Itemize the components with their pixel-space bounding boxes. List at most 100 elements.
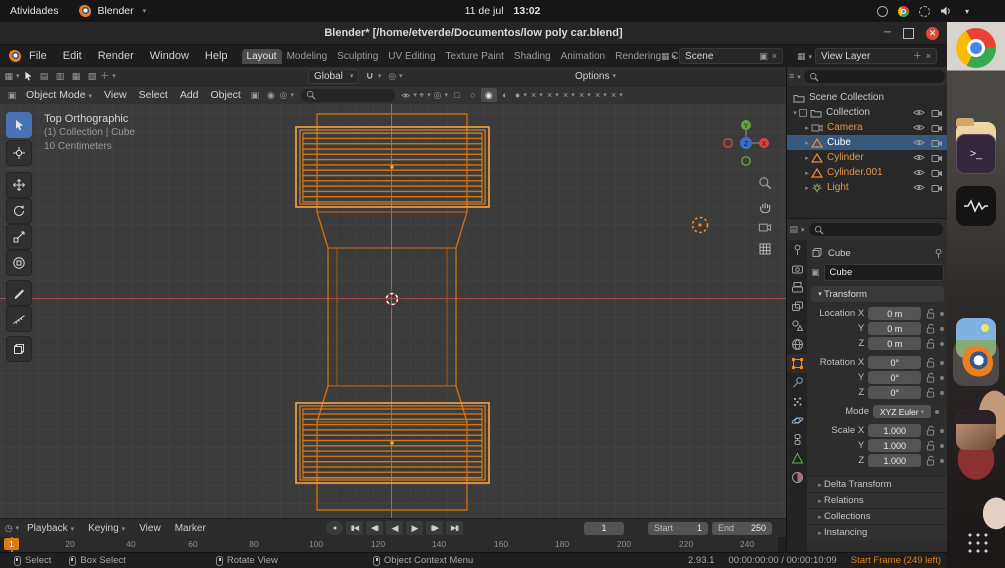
outliner-row-cylinder-001[interactable]: ▸ Cylinder.001 <box>787 165 947 180</box>
render-camera-icon[interactable] <box>931 123 943 132</box>
eye-icon[interactable] <box>913 168 925 177</box>
header-toggle-icon-5[interactable]: × ▾ <box>593 88 609 102</box>
tool-cursor[interactable] <box>6 140 32 166</box>
rotation-z-field[interactable]: 0° <box>868 386 922 399</box>
tab-physics[interactable] <box>787 411 807 430</box>
jump-to-start-button[interactable]: ▮◀ <box>346 521 363 535</box>
clock-menu[interactable]: 11 de jul 13:02 <box>465 0 541 22</box>
new-layer-icon[interactable]: ＋ <box>913 51 922 61</box>
select-mode-icon-2[interactable]: ◉ <box>263 88 279 102</box>
system-menu-chevron-icon[interactable]: ▾ <box>965 7 969 16</box>
animate-dot-icon[interactable] <box>940 390 945 395</box>
lock-icon[interactable] <box>925 455 936 466</box>
animate-dot-icon[interactable] <box>935 409 939 414</box>
eye-icon[interactable] <box>913 183 925 192</box>
header-toggle-icon-1[interactable]: × ▾ <box>529 88 545 102</box>
viewport-3d[interactable]: Top Orthographic (1) Collection | Cube 1… <box>0 104 786 518</box>
menu-add[interactable]: Add <box>174 89 205 101</box>
end-frame-field[interactable]: End 250 <box>712 521 772 535</box>
header-toggle-icon-4[interactable]: × ▾ <box>577 88 593 102</box>
tool-add-cube[interactable] <box>6 336 32 362</box>
visibility-dropdown-icon[interactable]: ▾ <box>401 88 417 102</box>
proportional-edit-icon[interactable]: ◎ ▾ <box>387 69 403 83</box>
expand-icon[interactable]: ▸ <box>803 184 811 192</box>
lock-icon[interactable] <box>925 338 936 349</box>
outliner-row-collection[interactable]: ▾ Collection <box>787 105 947 120</box>
menu-help[interactable]: Help <box>197 50 236 62</box>
menu-window[interactable]: Window <box>142 50 197 62</box>
editor-type-button[interactable]: ▦ ▾ <box>4 69 20 83</box>
header-toggle-icon-3[interactable]: × ▾ <box>561 88 577 102</box>
unlink-icon[interactable]: × <box>772 51 777 61</box>
outliner-row-cylinder[interactable]: ▸ Cylinder <box>787 150 947 165</box>
lock-icon[interactable] <box>925 308 936 319</box>
outliner-editor-type-button[interactable]: ≡ ▾ <box>789 70 801 84</box>
header-toggle-icon-2[interactable]: × ▾ <box>545 88 561 102</box>
expand-icon[interactable]: ▸ <box>803 169 811 177</box>
rotation-mode-dropdown[interactable]: XYZ Euler ▾ <box>873 405 931 418</box>
animate-dot-icon[interactable] <box>940 443 945 448</box>
location-z-field[interactable]: 0 m <box>868 337 922 350</box>
render-camera-icon[interactable] <box>931 108 943 117</box>
outliner-row-cube[interactable]: ▸ Cube <box>787 135 947 150</box>
lock-icon[interactable] <box>925 372 936 383</box>
scale-x-field[interactable]: 1.000 <box>868 424 922 437</box>
outliner-search-input[interactable] <box>822 71 940 82</box>
view-layer-selector[interactable]: View Layer ＋ × <box>815 48 938 64</box>
viewport-search[interactable] <box>300 88 395 102</box>
volume-icon[interactable] <box>940 6 952 16</box>
tab-uv-editing[interactable]: UV Editing <box>383 49 440 64</box>
properties-search[interactable] <box>809 223 943 236</box>
animate-dot-icon[interactable] <box>940 326 945 331</box>
tool-option-icon-2[interactable]: ▥ <box>52 69 68 83</box>
xray-toggle-icon[interactable]: □ <box>449 88 465 102</box>
object-mode-icon[interactable]: ▣ <box>4 88 20 102</box>
shading-rendered-icon[interactable]: ● ▾ <box>513 88 529 102</box>
tab-scene[interactable] <box>787 316 807 335</box>
lock-icon[interactable] <box>925 425 936 436</box>
tool-option-icon-4[interactable]: ▧ <box>84 69 100 83</box>
lock-icon[interactable] <box>925 323 936 334</box>
render-camera-icon[interactable] <box>931 153 943 162</box>
tab-particles[interactable] <box>787 392 807 411</box>
tab-texture-paint[interactable]: Texture Paint <box>441 49 509 64</box>
animate-dot-icon[interactable] <box>940 341 945 346</box>
next-keyframe-button[interactable]: ▮▶ <box>426 521 443 535</box>
menu-view[interactable]: View <box>98 89 133 101</box>
playhead-frame-badge[interactable]: 1 <box>4 538 19 550</box>
tab-modeling[interactable]: Modeling <box>282 49 333 64</box>
play-reverse-button[interactable]: ◀ <box>386 521 403 535</box>
options-dropdown[interactable]: Options ▾ <box>575 71 616 82</box>
animate-dot-icon[interactable] <box>940 458 945 463</box>
chrome-tray-icon[interactable] <box>897 5 909 17</box>
tool-annotate[interactable] <box>6 280 32 306</box>
tab-object-data[interactable] <box>787 449 807 468</box>
menu-keying[interactable]: Keying ▾ <box>81 523 132 534</box>
properties-editor-type-button[interactable]: ▤ ▾ <box>789 223 805 237</box>
render-camera-icon[interactable] <box>931 183 943 192</box>
auto-key-button[interactable]: ● <box>326 521 343 535</box>
tab-tool[interactable] <box>787 240 807 259</box>
tab-rendering[interactable]: Rendering <box>610 49 666 64</box>
object-mode-dropdown[interactable]: Object Mode ▾ <box>20 89 98 101</box>
collection-checkbox[interactable] <box>799 108 807 117</box>
timeline-ruler[interactable]: 20 40 60 80 100 120 140 160 180 200 220 … <box>0 537 786 552</box>
activities-button[interactable]: Atividades <box>0 0 68 22</box>
menu-playback[interactable]: Playback ▾ <box>20 523 81 534</box>
render-camera-icon[interactable] <box>931 138 943 147</box>
tool-move[interactable] <box>6 172 32 198</box>
expand-icon[interactable]: ▸ <box>803 124 811 132</box>
shading-solid-icon[interactable]: ◉ <box>480 88 497 102</box>
window-titlebar[interactable]: Blender* [/home/etverde/Documentos/low p… <box>0 22 947 45</box>
section-relations[interactable]: ▸ Relations <box>807 492 947 508</box>
jump-to-end-button[interactable]: ▶▮ <box>446 521 463 535</box>
location-x-field[interactable]: 0 m <box>868 307 922 320</box>
blender-logo-icon[interactable] <box>8 49 21 63</box>
tab-world[interactable] <box>787 335 807 354</box>
camera-view-icon[interactable] <box>758 222 772 232</box>
expand-icon[interactable]: ▸ <box>803 154 811 162</box>
scene-browse-icon[interactable]: ▦ ▾ <box>661 51 676 61</box>
section-collections[interactable]: ▸ Collections <box>807 508 947 524</box>
app-menu[interactable]: Blender ▾ <box>68 0 156 22</box>
restore-button[interactable] <box>903 27 914 39</box>
